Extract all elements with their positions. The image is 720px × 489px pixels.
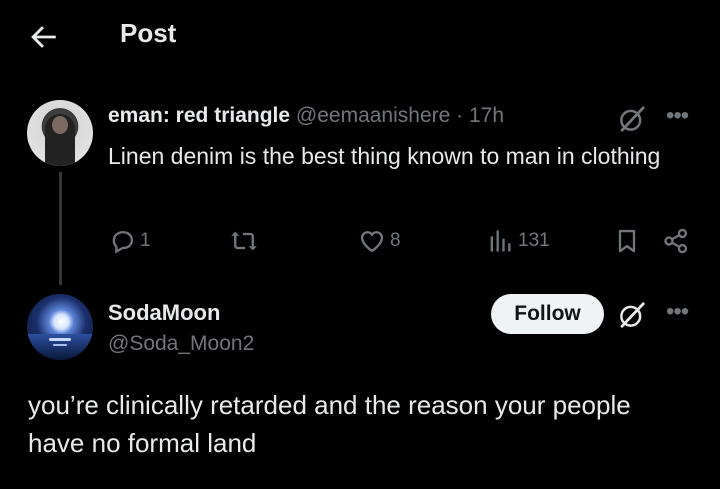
author-display-name[interactable]: eman: red triangle: [108, 104, 290, 127]
share-icon: [664, 228, 688, 254]
meta-separator: ·: [456, 104, 464, 127]
avatar[interactable]: [27, 294, 93, 360]
share-button[interactable]: [662, 224, 690, 258]
back-button[interactable]: [26, 20, 60, 54]
top-bar: Post: [0, 0, 720, 72]
post-actions-bar: 1 8 131: [0, 224, 720, 258]
views-chart-icon: [490, 230, 511, 252]
reply-count: 1: [140, 230, 151, 251]
repost-button[interactable]: [230, 224, 258, 258]
page-title: Post: [120, 18, 177, 48]
post-text: you’re clinically retarded and the reaso…: [28, 390, 631, 458]
avatar[interactable]: [27, 100, 93, 166]
views-button[interactable]: 131: [486, 224, 550, 258]
like-count: 8: [390, 230, 401, 251]
repost-icon: [231, 231, 257, 251]
arrow-left-icon: [31, 26, 56, 48]
heart-icon: [360, 231, 384, 253]
view-count: 131: [518, 230, 550, 251]
more-options-icon[interactable]: •••: [666, 104, 696, 130]
post-text: Linen denim is the best thing known to m…: [108, 143, 661, 169]
post-header: eman: red triangle @eemaanishere · 17h: [108, 104, 504, 128]
grok-icon[interactable]: [617, 300, 647, 330]
follow-button[interactable]: Follow: [491, 294, 604, 334]
grok-icon[interactable]: [617, 104, 647, 134]
more-options-icon[interactable]: •••: [666, 300, 696, 326]
bookmark-icon: [618, 229, 636, 253]
bookmark-button[interactable]: [613, 224, 641, 258]
reply-icon: [112, 231, 134, 254]
reply-button[interactable]: 1: [108, 224, 151, 258]
author-handle[interactable]: @eemaanishere: [296, 104, 450, 127]
post-timestamp[interactable]: 17h: [469, 104, 504, 127]
like-button[interactable]: 8: [358, 224, 401, 258]
author-display-name[interactable]: SodaMoon: [108, 300, 220, 326]
author-handle[interactable]: @Soda_Moon2: [108, 332, 254, 356]
